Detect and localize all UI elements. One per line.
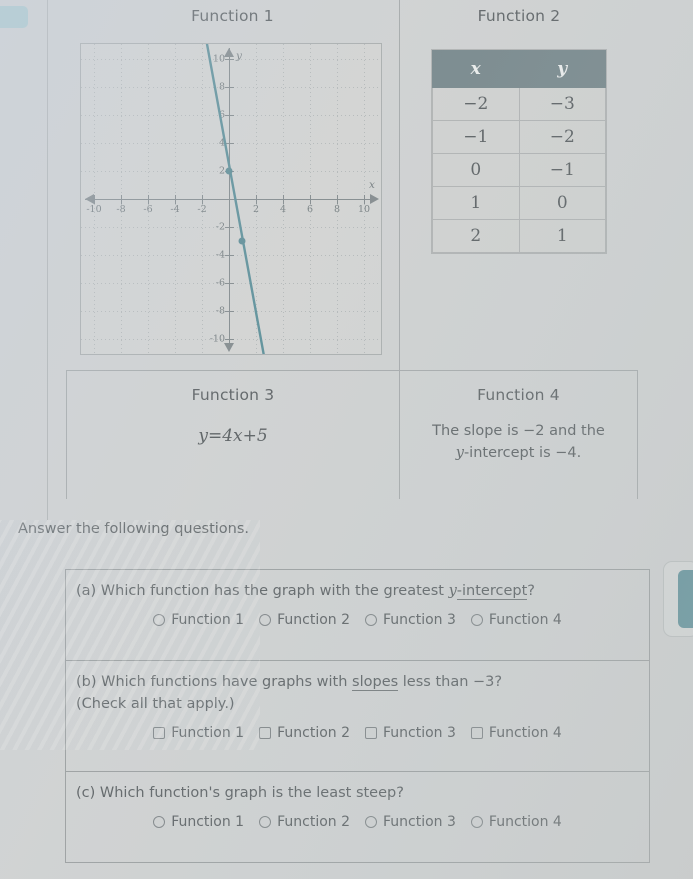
function-3-title: Function 3 xyxy=(191,386,275,404)
option-function-3[interactable]: Function 3 xyxy=(365,725,456,741)
option-function-4[interactable]: Function 4 xyxy=(470,611,562,628)
option-label: Function 2 xyxy=(277,724,350,741)
function-2-table: x y −2 −3 −1 −2 0 −1 10 21 xyxy=(432,50,606,253)
option-label: Function 3 xyxy=(383,611,456,628)
option-label: Function 2 xyxy=(277,813,350,830)
radio-icon[interactable] xyxy=(365,613,377,626)
option-function-4[interactable]: Function 4 xyxy=(470,813,562,830)
option-label: Function 2 xyxy=(277,611,350,628)
radio-icon[interactable] xyxy=(365,815,377,828)
corner-accent-chip xyxy=(0,6,28,28)
checkbox-icon[interactable] xyxy=(259,726,272,739)
radio-icon[interactable] xyxy=(470,815,483,828)
table-row: −1 −2 xyxy=(432,120,606,154)
option-label: Function 4 xyxy=(488,724,562,741)
graph-line-and-arrows xyxy=(85,44,379,354)
page-left-rule xyxy=(47,0,48,520)
cell-x: −1 xyxy=(432,120,520,154)
checkbox-icon[interactable] xyxy=(153,726,166,739)
answer-section-heading: Answer the following questions. xyxy=(18,521,250,537)
radio-icon[interactable] xyxy=(153,613,166,626)
function-2-title: Function 2 xyxy=(477,7,561,25)
option-function-1[interactable]: Function 1 xyxy=(153,612,244,628)
option-label: Function 4 xyxy=(488,813,562,830)
functions-row-bottom: Function 3 y=4x+5 Function 4 The slope i… xyxy=(66,370,638,499)
side-action-button-fill xyxy=(678,570,693,628)
function-1-graph: -10 -8 -6 -4 -2 2 4 6 8 10 10 8 6 4 2 -2… xyxy=(80,43,382,355)
table-header-row: x y xyxy=(432,50,606,88)
question-b-prompt-pre: (b) Which functions have graphs with xyxy=(76,674,353,690)
option-function-2[interactable]: Function 2 xyxy=(259,612,350,628)
option-function-1[interactable]: Function 1 xyxy=(153,814,244,830)
option-function-1[interactable]: Function 1 xyxy=(153,725,244,741)
function-1-title: Function 1 xyxy=(191,7,274,25)
option-label: Function 1 xyxy=(171,611,245,628)
table-row: 21 xyxy=(432,219,606,253)
cell-x: −2 xyxy=(432,87,520,121)
question-a: (a) Which function has the graph with th… xyxy=(65,569,650,661)
option-label: Function 4 xyxy=(488,611,562,628)
column-header-y: y xyxy=(518,50,606,88)
function-4-line-1: The slope is −2 and the xyxy=(432,423,605,439)
question-a-prompt-italic: y xyxy=(448,583,457,599)
function-3-cell: Function 3 y=4x+5 xyxy=(66,371,400,499)
question-c-options: Function 1 Function 2 Function 3 Functio… xyxy=(66,805,649,830)
function-3-equation-text: y=4x+5 xyxy=(198,426,268,446)
option-function-2[interactable]: Function 2 xyxy=(259,814,350,830)
checkbox-icon[interactable] xyxy=(470,726,483,739)
graph-plot-area: -10 -8 -6 -4 -2 2 4 6 8 10 10 8 6 4 2 -2… xyxy=(80,43,382,355)
cell-y: −2 xyxy=(518,120,606,154)
cell-x: 1 xyxy=(432,186,520,220)
question-a-prompt: (a) Which function has the graph with th… xyxy=(66,570,649,603)
table-row: 10 xyxy=(432,186,606,220)
function-1-cell: Function 1 -10 -8 -6 -4 -2 2 4 6 8 10 10… xyxy=(66,0,400,370)
graph-point xyxy=(225,167,233,175)
cell-x: 0 xyxy=(432,153,520,187)
question-b-prompt-post: less than −3? xyxy=(398,674,503,690)
radio-icon[interactable] xyxy=(259,613,272,626)
option-label: Function 3 xyxy=(383,724,456,741)
question-b: (b) Which functions have graphs with slo… xyxy=(65,660,650,772)
checkbox-icon[interactable] xyxy=(365,726,377,739)
cell-y: −1 xyxy=(518,153,606,187)
column-header-x: x xyxy=(432,50,520,88)
question-b-prompt-underlined: slopes xyxy=(352,674,399,691)
radio-icon[interactable] xyxy=(259,815,272,828)
question-c-prompt: (c) Which function's graph is the least … xyxy=(76,785,404,801)
question-a-options: Function 1 Function 2 Function 3 Functio… xyxy=(66,603,649,628)
radio-icon[interactable] xyxy=(470,613,483,626)
function-4-cell: Function 4 The slope is −2 and the y-int… xyxy=(400,371,638,499)
question-a-prompt-pre: (a) Which function has the graph with th… xyxy=(76,583,449,599)
option-function-3[interactable]: Function 3 xyxy=(365,814,456,830)
question-b-prompt-line2: (Check all that apply.) xyxy=(76,695,235,712)
cell-x: 2 xyxy=(432,219,520,253)
question-b-prompt: (b) Which functions have graphs with slo… xyxy=(66,661,649,716)
option-label: Function 3 xyxy=(383,813,456,830)
function-4-description: The slope is −2 and the y-intercept is −… xyxy=(400,420,637,465)
table-row: 0 −1 xyxy=(432,153,606,187)
function-4-title: Function 4 xyxy=(477,386,560,404)
question-b-options: Function 1 Function 2 Function 3 Functio… xyxy=(66,716,649,741)
option-label: Function 1 xyxy=(171,724,245,741)
graph-point xyxy=(238,237,246,245)
option-function-2[interactable]: Function 2 xyxy=(259,725,350,741)
question-a-prompt-post: ? xyxy=(527,583,535,599)
function-3-equation: y=4x+5 xyxy=(67,426,399,446)
function-4-italic-y: y xyxy=(455,445,464,462)
cell-y: −3 xyxy=(518,87,606,121)
option-label: Function 1 xyxy=(171,813,245,830)
cell-y: 1 xyxy=(518,219,606,253)
question-a-prompt-underlined: -intercept xyxy=(456,583,528,600)
side-action-button[interactable] xyxy=(663,561,693,637)
table-row: −2 −3 xyxy=(432,87,606,121)
option-function-4[interactable]: Function 4 xyxy=(470,724,562,741)
radio-icon[interactable] xyxy=(153,815,166,828)
cell-y: 0 xyxy=(518,186,606,220)
function-4-line-2: -intercept is −4. xyxy=(463,445,582,462)
question-c: (c) Which function's graph is the least … xyxy=(65,771,650,863)
option-function-3[interactable]: Function 3 xyxy=(365,612,456,628)
